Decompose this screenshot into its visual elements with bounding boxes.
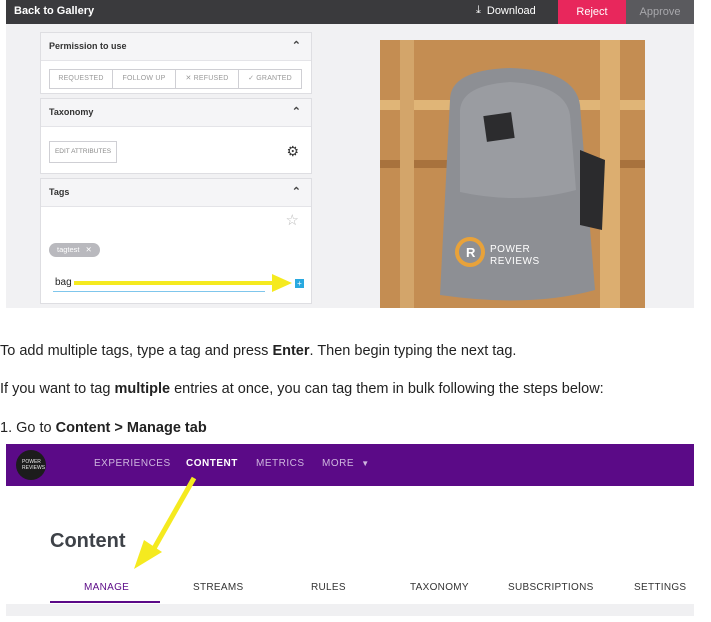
paragraph-multiple-tags: To add multiple tags, type a tag and pre… — [0, 343, 516, 359]
p2-text-a: If you want to tag — [0, 381, 115, 397]
highlight-arrow — [134, 476, 197, 569]
p2-text-bold: multiple — [114, 381, 171, 397]
p1-text-bold: Enter — [272, 343, 310, 359]
p1-text-c: . Then begin typing the next tag. — [309, 343, 517, 359]
paragraph-bulk-tag: If you want to tag multiple entries at o… — [0, 381, 604, 397]
product-photo: R POWER REVIEWS — [380, 40, 645, 308]
p2-text-c: entries at once, you can tag them in bul… — [170, 381, 604, 397]
p3-text-a: 1. Go to — [0, 420, 56, 436]
svg-text:R: R — [466, 245, 476, 260]
p1-text-a: To add multiple tags, type a tag and pre… — [0, 343, 273, 359]
content-manage-screenshot: POWER REVIEWS EXPERIENCES CONTENT METRIC… — [6, 444, 694, 616]
page: Back to Gallery ⤓ Download Reject Approv… — [0, 0, 711, 622]
photo-brand-line2: REVIEWS — [490, 256, 540, 267]
step-1: 1. Go to Content > Manage tab — [0, 420, 207, 436]
gallery-screenshot: Back to Gallery ⤓ Download Reject Approv… — [6, 0, 694, 308]
photo-brand-line1: POWER — [490, 244, 531, 255]
p3-text-bold: Content > Manage tab — [55, 420, 207, 436]
